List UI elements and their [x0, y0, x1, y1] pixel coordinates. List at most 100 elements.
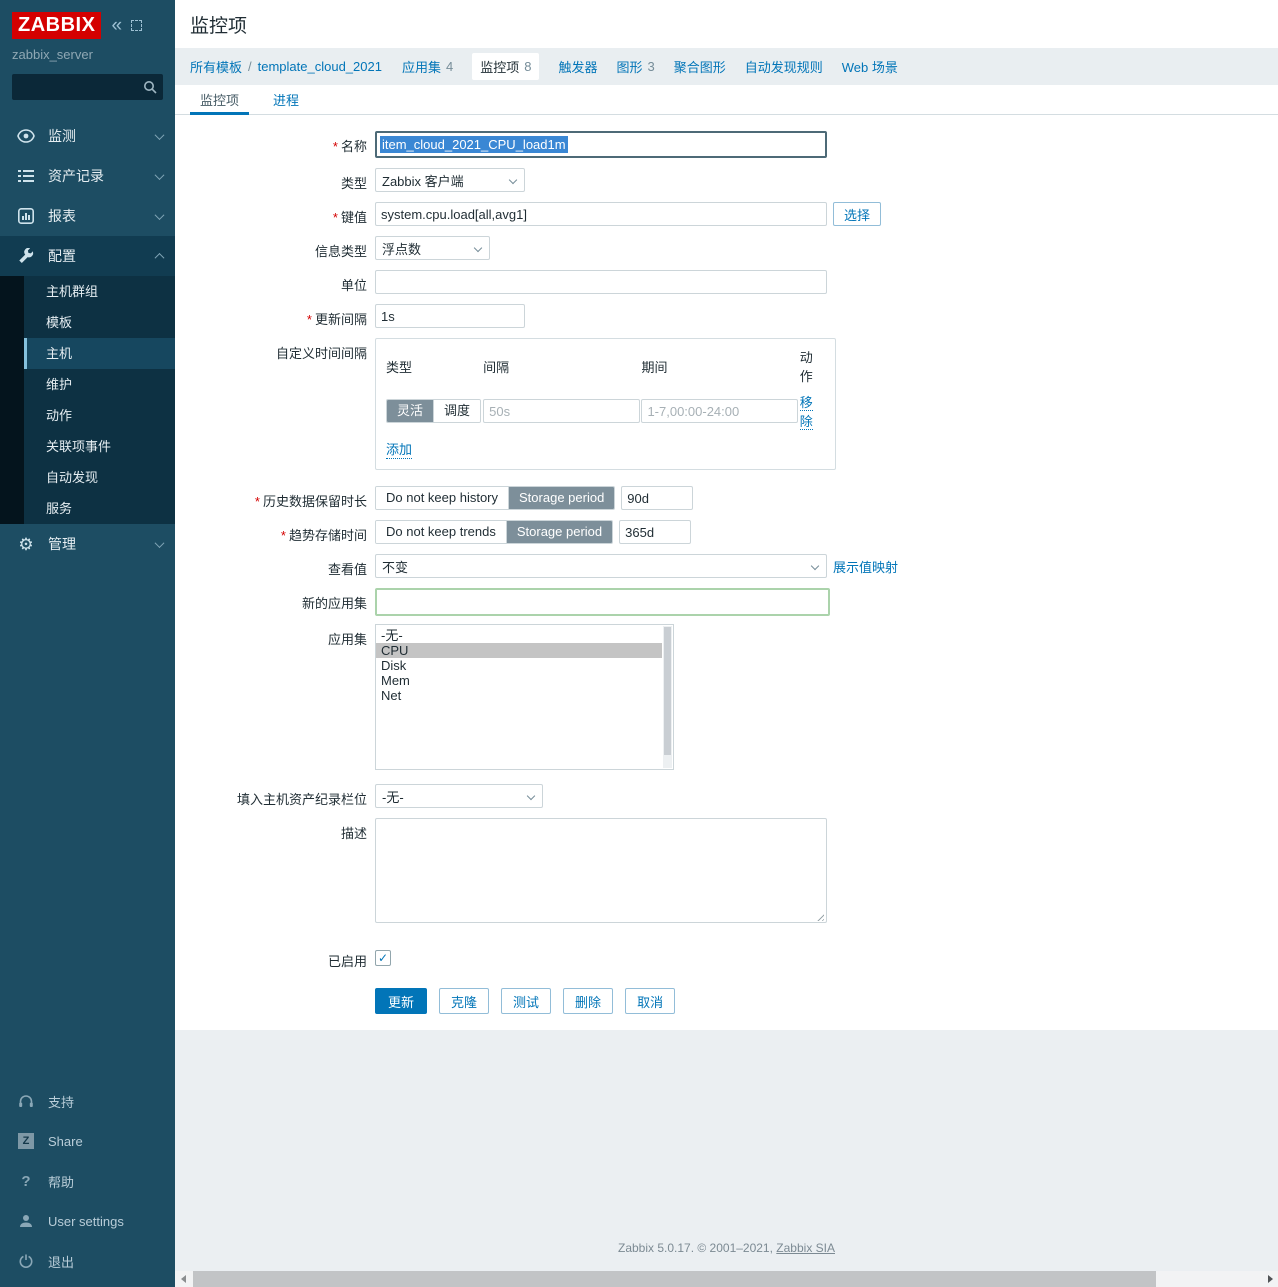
show-value-select[interactable]: 不变 [375, 554, 827, 578]
listbox-scrollbar-thumb[interactable] [664, 627, 671, 755]
application-option-mem[interactable]: Mem [376, 673, 662, 688]
search-input[interactable] [12, 74, 163, 100]
flexible-option[interactable]: 灵活 [387, 400, 434, 422]
sidebar-item-monitoring[interactable]: 监测 [0, 116, 175, 156]
collapse-sidebar-icon[interactable]: « [111, 16, 122, 35]
enabled-checkbox[interactable]: ✓ [375, 950, 391, 966]
search-icon [143, 80, 157, 94]
application-option-none[interactable]: -无- [376, 628, 662, 643]
col-period: 期间 [641, 357, 799, 383]
required-marker: * [255, 494, 260, 509]
scroll-left-arrow[interactable] [175, 1271, 191, 1287]
test-button[interactable]: 测试 [501, 988, 551, 1014]
tab-triggers[interactable]: 触发器 [558, 57, 597, 76]
zabbix-logo[interactable]: ZABBIX [12, 12, 101, 39]
scroll-right-arrow[interactable] [1262, 1271, 1278, 1287]
chevron-down-icon [527, 792, 535, 800]
sidebar-subitem-host-groups[interactable]: 主机群组 [24, 276, 175, 307]
sidebar-item-inventory[interactable]: 资产记录 [0, 156, 175, 196]
tab-screens[interactable]: 聚合图形 [674, 57, 726, 76]
application-option-net[interactable]: Net [376, 688, 662, 703]
tab-items[interactable]: 监控项8 [472, 53, 539, 80]
sidebar: ZABBIX « zabbix_server 监测 资产记录 报表 [0, 0, 175, 1287]
expand-sidebar-icon[interactable] [131, 20, 142, 31]
scrollbar-track[interactable] [191, 1271, 1262, 1287]
page-header: 监控项 [175, 0, 1278, 48]
sidebar-item-label: 资产记录 [48, 166, 156, 186]
update-interval-label: *更新间隔 [183, 304, 375, 328]
gear-icon: ⚙ [14, 536, 38, 553]
sidebar-item-user-settings[interactable]: User settings [0, 1201, 175, 1241]
scheduling-option[interactable]: 调度 [434, 400, 480, 422]
sidebar-item-logout[interactable]: 退出 [0, 1241, 175, 1281]
footer-version-text: Zabbix 5.0.17. © 2001–2021, [618, 1241, 773, 1255]
trends-period-input[interactable] [619, 520, 691, 544]
user-icon [14, 1214, 38, 1228]
key-select-button[interactable]: 选择 [833, 202, 881, 226]
sidebar-subitem-hosts[interactable]: 主机 [24, 338, 175, 369]
sidebar-item-label: Share [48, 1134, 163, 1149]
sidebar-item-help[interactable]: ? 帮助 [0, 1161, 175, 1201]
show-value-mappings-link[interactable]: 展示值映射 [833, 557, 898, 576]
tab-item[interactable]: 监控项 [190, 85, 249, 114]
trends-storage-period-option[interactable]: Storage period [507, 521, 612, 543]
tab-discovery-rules[interactable]: 自动发现规则 [745, 57, 823, 76]
value-type-select[interactable]: 浮点数 [375, 236, 490, 260]
units-input[interactable] [375, 270, 827, 294]
clone-button[interactable]: 克隆 [439, 988, 489, 1014]
sidebar-item-administration[interactable]: ⚙ 管理 [0, 524, 175, 564]
sidebar-item-share[interactable]: Z Share [0, 1121, 175, 1161]
breadcrumb-all-templates[interactable]: 所有模板 [190, 57, 242, 76]
delete-button[interactable]: 删除 [563, 988, 613, 1014]
new-application-input[interactable] [375, 588, 830, 616]
sidebar-item-support[interactable]: 支持 [0, 1081, 175, 1121]
tab-preprocessing[interactable]: 进程 [263, 85, 309, 114]
add-interval-link[interactable]: 添加 [386, 439, 412, 459]
sidebar-item-configuration[interactable]: 配置 [0, 236, 175, 276]
scrollbar-thumb[interactable] [193, 1271, 1156, 1287]
tab-graphs[interactable]: 图形3 [616, 57, 654, 76]
application-option-cpu[interactable]: CPU [376, 643, 662, 658]
breadcrumb-separator: / [248, 59, 252, 74]
custom-interval-input[interactable] [483, 399, 640, 423]
update-button[interactable]: 更新 [375, 988, 427, 1014]
remove-interval-link[interactable]: 移除 [800, 395, 813, 430]
do-not-keep-history-option[interactable]: Do not keep history [376, 487, 509, 509]
do-not-keep-trends-option[interactable]: Do not keep trends [376, 521, 507, 543]
sidebar-item-reports[interactable]: 报表 [0, 196, 175, 236]
sidebar-subitem-actions[interactable]: 动作 [24, 400, 175, 431]
footer-zabbix-sia-link[interactable]: Zabbix SIA [776, 1241, 835, 1255]
sidebar-subitem-services[interactable]: 服务 [24, 493, 175, 524]
key-label: *键值 [183, 202, 375, 226]
inventory-select[interactable]: -无- [375, 784, 543, 808]
history-period-input[interactable] [621, 486, 693, 510]
chevron-down-icon [155, 210, 165, 220]
tab-web-scenarios[interactable]: Web 场景 [842, 57, 898, 76]
col-type: 类型 [386, 357, 483, 383]
breadcrumb-template-name[interactable]: template_cloud_2021 [258, 59, 382, 74]
name-label: *名称 [183, 131, 375, 155]
page-title: 监控项 [190, 11, 247, 38]
sidebar-subitem-maintenance[interactable]: 维护 [24, 369, 175, 400]
name-input[interactable]: item_cloud_2021_CPU_load1m [375, 131, 827, 158]
tab-applications[interactable]: 应用集4 [402, 57, 453, 76]
name-input-selected-text: item_cloud_2021_CPU_load1m [380, 136, 568, 153]
bar-chart-icon [14, 208, 38, 224]
key-input[interactable] [375, 202, 827, 226]
custom-period-input[interactable] [641, 399, 798, 423]
sidebar-footer-menu: 支持 Z Share ? 帮助 User settings 退出 [0, 1081, 175, 1287]
sidebar-subitem-discovery[interactable]: 自动发现 [24, 462, 175, 493]
history-storage-period-option[interactable]: Storage period [509, 487, 614, 509]
cancel-button[interactable]: 取消 [625, 988, 675, 1014]
units-label: 单位 [183, 270, 375, 294]
sidebar-subitem-event-correlation[interactable]: 关联项事件 [24, 431, 175, 462]
breadcrumb: 所有模板 / template_cloud_2021 应用集4 监控项8 触发器… [175, 48, 1278, 85]
applications-listbox: -无- CPU Disk Mem Net [375, 624, 674, 770]
power-icon [14, 1254, 38, 1268]
update-interval-input[interactable] [375, 304, 525, 328]
listbox-scrollbar[interactable] [663, 626, 672, 768]
application-option-disk[interactable]: Disk [376, 658, 662, 673]
type-select[interactable]: Zabbix 客户端 [375, 168, 525, 192]
sidebar-subitem-templates[interactable]: 模板 [24, 307, 175, 338]
description-textarea[interactable] [375, 818, 827, 923]
